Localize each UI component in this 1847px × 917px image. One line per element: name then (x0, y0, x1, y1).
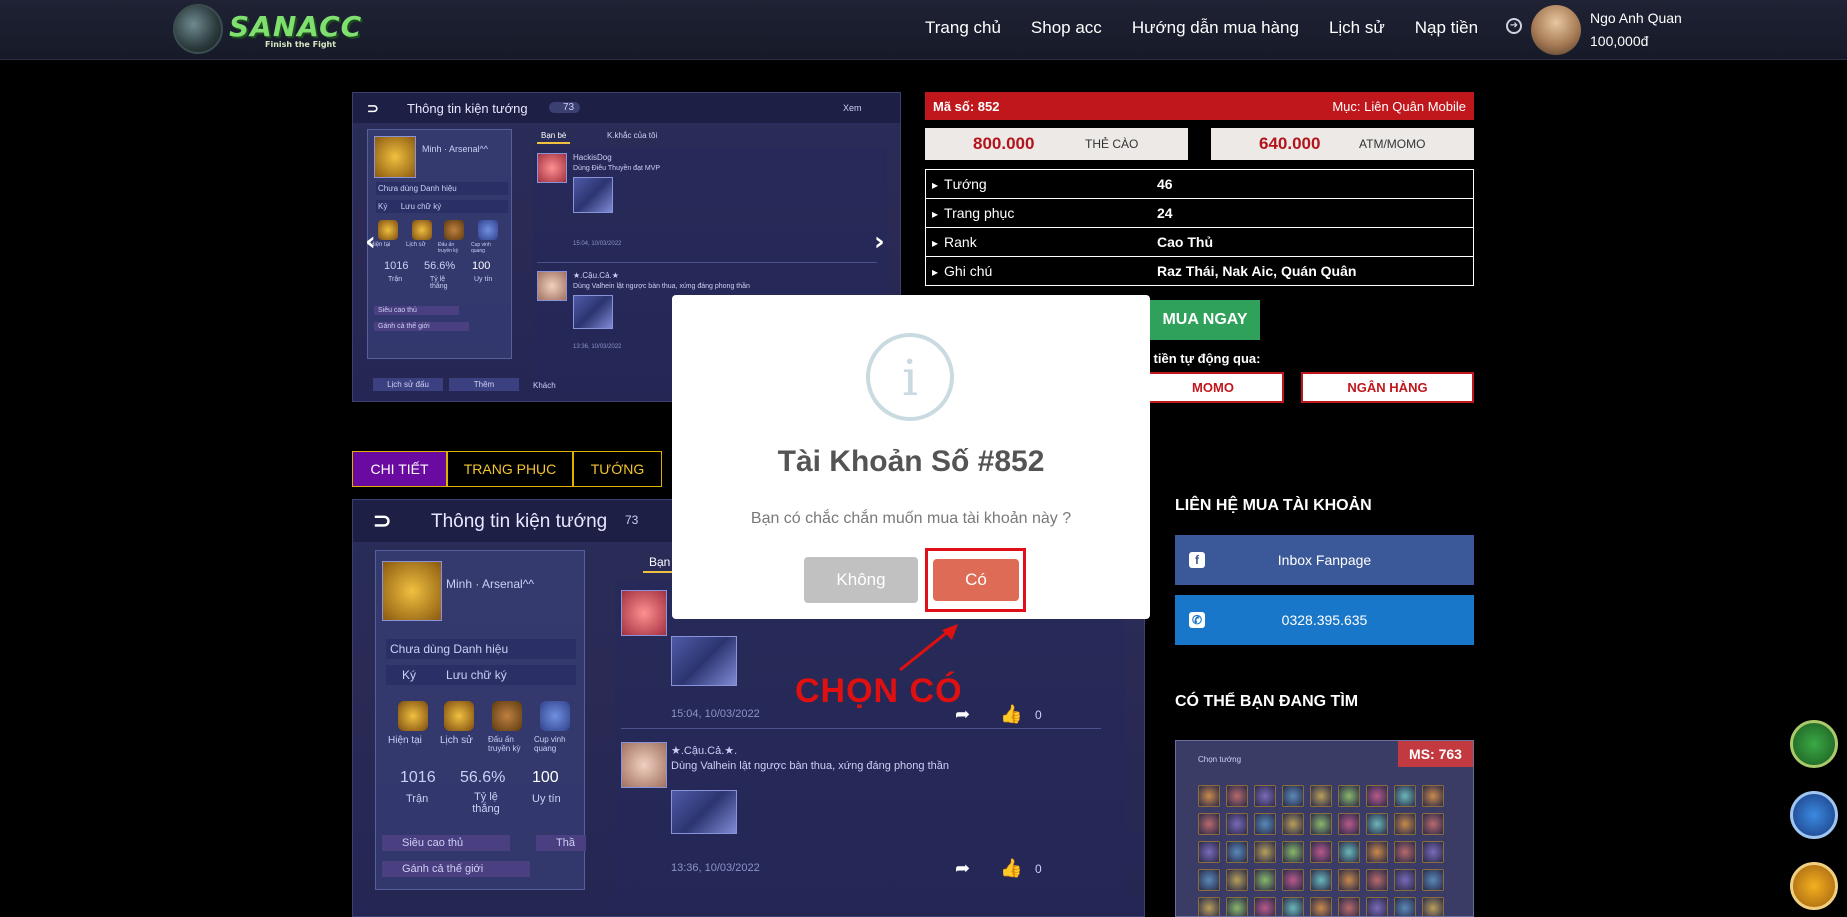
highlight-box (925, 548, 1026, 612)
annotation-arrow-icon (899, 624, 958, 672)
annotation-text: CHỌN CÓ (795, 672, 963, 710)
cancel-button[interactable]: Không (804, 557, 918, 603)
dialog-message: Bạn có chắc chắn muốn mua tài khoản này … (750, 510, 1072, 527)
confirm-dialog: i Tài Khoản Số #852 Bạn có chắc chắn muố… (672, 295, 1150, 619)
info-icon: i (866, 333, 954, 421)
dialog-title: Tài Khoản Số #852 (777, 445, 1045, 478)
